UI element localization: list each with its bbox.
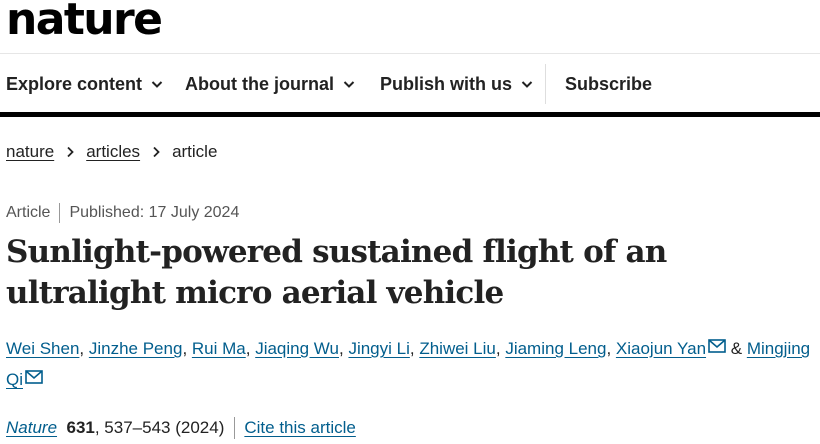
author-separator: , bbox=[495, 339, 506, 358]
author-list: Wei Shen, Jinzhe Peng, Rui Ma, Jiaqing W… bbox=[6, 333, 818, 395]
nav-explore-content[interactable]: Explore content bbox=[6, 64, 165, 104]
author-name[interactable]: Jingyi Li bbox=[348, 339, 409, 358]
chevron-down-icon bbox=[151, 81, 163, 88]
envelope-icon[interactable] bbox=[25, 364, 43, 384]
author-name[interactable]: Wei Shen bbox=[6, 339, 79, 358]
nav-about-the-journal[interactable]: About the journal bbox=[185, 64, 357, 104]
author-name[interactable]: Jiaqing Wu bbox=[255, 339, 339, 358]
chevron-right-icon bbox=[67, 146, 74, 158]
nature-logo[interactable]: nature bbox=[6, 0, 163, 46]
author-separator: , bbox=[245, 339, 256, 358]
volume: 631 bbox=[66, 418, 95, 437]
author-separator: , bbox=[409, 339, 420, 358]
nav-subscribe-label: Subscribe bbox=[565, 73, 653, 94]
header-thick-rule bbox=[0, 112, 820, 117]
nav-explore-content-label: Explore content bbox=[6, 73, 143, 94]
main-nav: Explore content About the journal Publis… bbox=[0, 64, 820, 104]
breadcrumb: nature articles article bbox=[6, 140, 217, 164]
author-name[interactable]: Rui Ma bbox=[192, 339, 246, 358]
article-type: Article bbox=[6, 204, 51, 221]
chevron-down-icon bbox=[343, 81, 355, 88]
meta-divider bbox=[59, 203, 61, 223]
header-divider bbox=[0, 53, 820, 54]
author-separator: , bbox=[606, 339, 616, 358]
author-separator: , bbox=[182, 339, 192, 358]
chevron-right-icon bbox=[153, 146, 160, 158]
cite-this-article-link[interactable]: Cite this article bbox=[244, 418, 355, 438]
citation-divider bbox=[234, 417, 236, 439]
pages-year: , 537–543 (2024) bbox=[94, 418, 225, 437]
author-name[interactable]: Xiaojun Yan bbox=[616, 339, 706, 358]
journal-name[interactable]: Nature bbox=[6, 418, 57, 438]
author-separator: , bbox=[79, 339, 89, 358]
nav-publish-with-us-label: Publish with us bbox=[380, 73, 513, 94]
citation-line: Nature 631 , 537–543 (2024) Cite this ar… bbox=[6, 416, 356, 440]
chevron-down-icon bbox=[521, 81, 533, 88]
nav-publish-with-us[interactable]: Publish with us bbox=[380, 64, 535, 104]
author-name[interactable]: Zhiwei Liu bbox=[419, 339, 496, 358]
article-title: Sunlight-powered sustained flight of an … bbox=[6, 234, 667, 311]
author-name[interactable]: Jinzhe Peng bbox=[89, 339, 183, 358]
article-meta: Article Published: 17 July 2024 bbox=[6, 202, 239, 224]
nav-subscribe[interactable]: Subscribe bbox=[565, 64, 652, 104]
breadcrumb-current: article bbox=[172, 142, 218, 161]
breadcrumb-articles[interactable]: articles bbox=[86, 142, 140, 162]
nav-divider bbox=[545, 64, 546, 104]
author-name[interactable]: Jiaming Leng bbox=[505, 339, 606, 358]
author-separator: & bbox=[726, 339, 747, 358]
envelope-icon[interactable] bbox=[708, 333, 726, 353]
published-date: Published: 17 July 2024 bbox=[69, 204, 240, 221]
breadcrumb-nature[interactable]: nature bbox=[6, 142, 54, 162]
nav-about-the-journal-label: About the journal bbox=[185, 73, 334, 94]
